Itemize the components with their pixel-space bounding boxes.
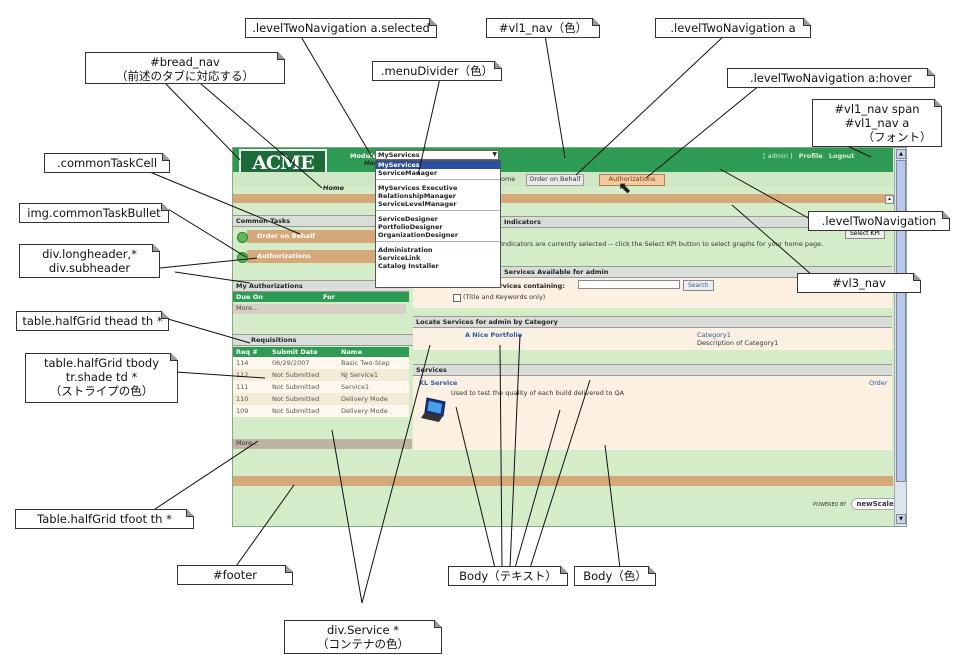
div-service-label: div.Service * bbox=[327, 623, 399, 637]
callout-common-task-bullet: img.commonTaskBullet bbox=[19, 203, 169, 223]
tbody-line-1: table.halfGrid tbody bbox=[43, 356, 160, 370]
callout-longheader: div.longheader,* div.subheader bbox=[19, 244, 160, 278]
callout-tbody-td: table.halfGrid tbody tr.shade td * （ストライ… bbox=[25, 353, 178, 403]
subheader-label: div.subheader bbox=[48, 261, 131, 275]
callout-vl1-nav-color: #vl1_nav（色） bbox=[486, 18, 600, 38]
tbody-line-3: （ストライプの色） bbox=[49, 384, 154, 398]
callout-vl3-nav: #vl3_nav bbox=[797, 273, 921, 293]
callout-level-two-selected: .levelTwoNavigation a.selected bbox=[245, 18, 437, 38]
callout-div-service: div.Service * （コンテナの色） bbox=[284, 620, 442, 654]
callout-body-color: Body（色） bbox=[574, 566, 656, 586]
bread-nav-subtitle: （前述のタブに対応する） bbox=[116, 69, 254, 83]
vl1-nav-a-label: #vl1_nav a bbox=[844, 116, 910, 130]
callout-thead-th: table.halfGrid thead th * bbox=[16, 311, 169, 331]
bread-nav-title: #bread_nav bbox=[150, 55, 220, 69]
callout-menu-divider: .menuDivider（色） bbox=[372, 61, 502, 81]
callout-body-text: Body（テキスト） bbox=[448, 566, 568, 586]
callout-bread-nav: #bread_nav （前述のタブに対応する） bbox=[85, 52, 285, 84]
div-service-subtitle: （コンテナの色） bbox=[317, 637, 409, 651]
callout-footer: #footer bbox=[177, 565, 293, 585]
vl1-nav-span-label: #vl1_nav span bbox=[834, 102, 920, 116]
tbody-line-2: tr.shade td * bbox=[65, 370, 138, 384]
callout-level-two-a: .levelTwoNavigation a bbox=[655, 18, 811, 38]
callout-vl1-nav-font: #vl1_nav span #vl1_nav a （フォント） bbox=[812, 99, 942, 147]
callout-common-task-cell: .commonTaskCell bbox=[44, 153, 170, 173]
callout-level-two-hover: .levelTwoNavigation a:hover bbox=[727, 68, 935, 88]
callout-level-two-navigation: .levelTwoNavigation bbox=[808, 211, 950, 231]
font-label: （フォント） bbox=[862, 130, 932, 144]
longheader-label: div.longheader,* bbox=[42, 247, 137, 261]
callout-tfoot-th: Table.halfGrid tfoot th * bbox=[15, 509, 194, 529]
